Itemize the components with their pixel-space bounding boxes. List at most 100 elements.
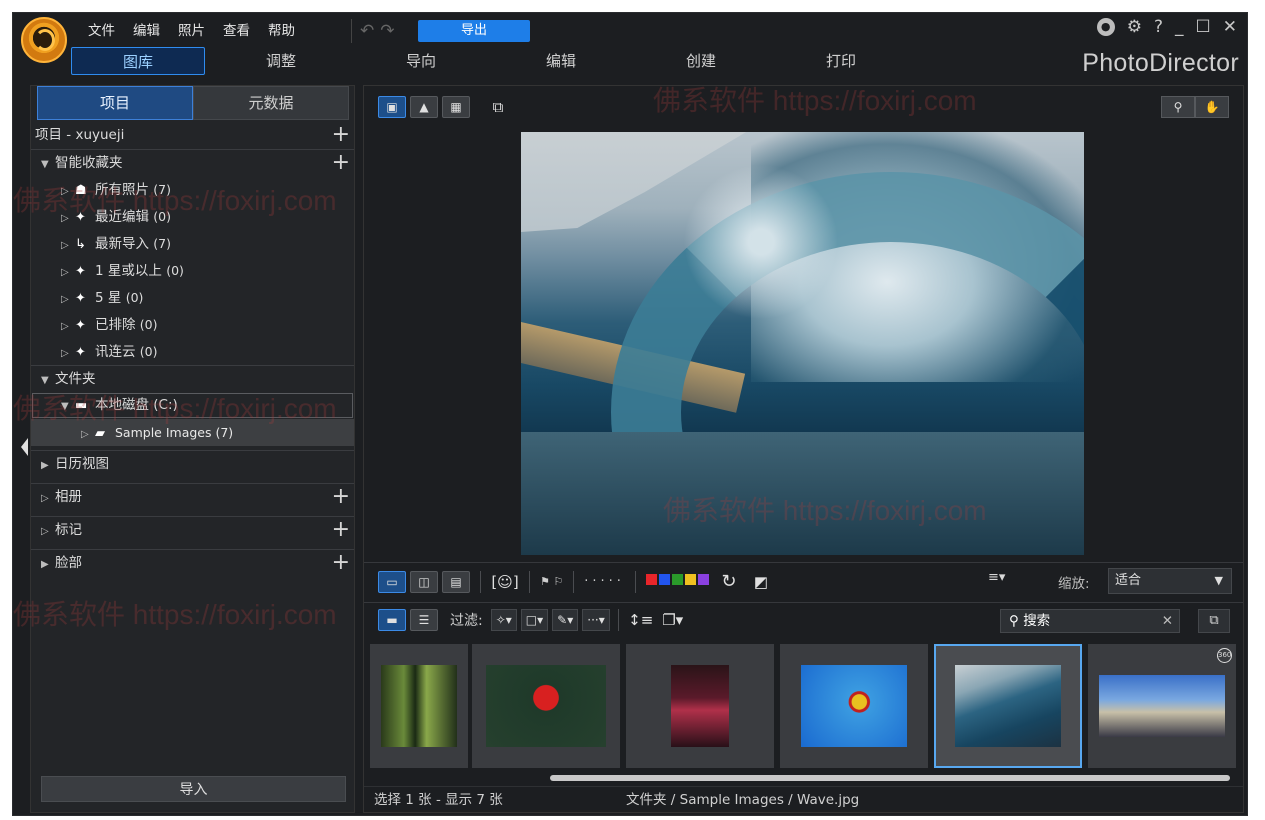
thumbnail-panorama-360[interactable]: 360 [1088, 644, 1236, 768]
collapsed-triangle-icon[interactable]: ▷ [61, 205, 75, 232]
viewer-mode-icon[interactable]: ▣ [378, 96, 406, 118]
redo-icon[interactable]: ↷ [380, 21, 394, 41]
tab-print[interactable]: 打印 [771, 47, 911, 75]
sort-menu-icon[interactable]: ≡▾ [988, 570, 1005, 585]
collapsed-triangle-icon[interactable]: ▷ [61, 286, 75, 313]
clear-search-icon[interactable]: ✕ [1162, 610, 1173, 632]
collapsed-triangle-icon[interactable]: ▷ [81, 421, 95, 448]
single-photo-layout-icon[interactable]: ▭ [378, 570, 406, 593]
collapsed-triangle-icon[interactable]: ▷ [61, 232, 75, 259]
help-icon[interactable]: ? [1154, 17, 1163, 37]
smart-item-5-star[interactable]: ▷ ✦ 5 星 (0) [31, 284, 354, 311]
minimize-icon[interactable]: _ [1175, 17, 1184, 37]
photo-preview[interactable] [521, 132, 1084, 555]
smart-item-excluded[interactable]: ▷ ✦ 已排除 (0) [31, 311, 354, 338]
notification-icon[interactable]: ● [1096, 18, 1115, 36]
collapsed-triangle-icon[interactable]: ▶ [41, 551, 55, 578]
star-rating-dots[interactable]: ····· [584, 574, 625, 589]
add-smart-collection-icon[interactable]: + [332, 150, 350, 175]
magnifier-icon[interactable]: ⚲ [1161, 96, 1195, 118]
tab-adjust[interactable]: 调整 [211, 47, 351, 75]
albums-row[interactable]: ▷ 相册 + [31, 483, 354, 510]
add-project-icon[interactable]: + [332, 122, 350, 147]
collapsed-triangle-icon[interactable]: ▶ [41, 452, 55, 479]
menu-photo[interactable]: 照片 [169, 19, 214, 43]
smart-item-all-photos[interactable]: ▷ ☗ 所有照片 (7) [31, 176, 354, 203]
filter-flag-dropdown[interactable]: ✧▾ [490, 608, 517, 631]
app-logo-icon[interactable] [21, 17, 67, 63]
tab-metadata[interactable]: 元数据 [193, 86, 349, 120]
collapsed-triangle-icon[interactable]: ▷ [61, 259, 75, 286]
export-button[interactable]: 导出 [418, 20, 530, 42]
smart-item-latest-import[interactable]: ▷ ↳ 最新导入 (7) [31, 230, 354, 257]
menu-edit[interactable]: 编辑 [124, 19, 169, 43]
tags-row[interactable]: ▷ 标记 + [31, 516, 354, 543]
filter-frame-dropdown[interactable]: □▾ [520, 608, 549, 631]
tab-edit[interactable]: 编辑 [491, 47, 631, 75]
expanded-triangle-icon[interactable]: ▼ [61, 393, 75, 420]
menu-help[interactable]: 帮助 [259, 19, 304, 43]
expanded-triangle-icon[interactable]: ▼ [41, 367, 55, 394]
color-swatch-red[interactable] [645, 574, 657, 585]
multi-layout-icon[interactable]: ▤ [442, 570, 470, 593]
grid-view-icon[interactable]: ▦ [442, 96, 470, 118]
add-face-icon[interactable]: + [332, 550, 350, 575]
collapse-panel-icon[interactable] [21, 438, 28, 456]
hand-pan-icon[interactable]: ✋ [1195, 96, 1229, 118]
search-input[interactable]: ⚲ 搜索 ✕ [1000, 609, 1180, 633]
thumbnail-skateboarder[interactable] [780, 644, 928, 768]
collapsed-triangle-icon[interactable]: ▷ [41, 485, 55, 512]
rotate-icon[interactable]: ↻ [715, 571, 743, 593]
disk-row[interactable]: ▼ ▬ 本地磁盘 (C:) [31, 392, 354, 419]
list-view-icon[interactable]: ☰ [410, 608, 438, 631]
second-display-icon[interactable]: ⧉ [484, 96, 512, 118]
color-swatch-purple[interactable] [697, 574, 709, 585]
import-button[interactable]: 导入 [41, 776, 346, 802]
stack-icon[interactable]: ❐▾ [659, 609, 687, 631]
tab-project[interactable]: 项目 [37, 86, 193, 120]
tab-create[interactable]: 创建 [631, 47, 771, 75]
settings-gear-icon[interactable]: ⚙ [1127, 17, 1142, 37]
smart-item-recent-edits[interactable]: ▷ ✦ 最近编辑 (0) [31, 203, 354, 230]
tab-library[interactable]: 图库 [71, 47, 205, 75]
flag-icons[interactable]: ⚑ ⚐ [540, 575, 563, 588]
face-tag-icon[interactable]: [☺] [491, 571, 519, 593]
smart-item-cloud[interactable]: ▷ ✦ 讯连云 (0) [31, 338, 354, 365]
maximize-icon[interactable]: ☐ [1196, 17, 1211, 37]
thumbnail-maple-leaf[interactable] [472, 644, 620, 768]
collapsed-triangle-icon[interactable]: ▷ [61, 340, 75, 367]
smart-collections-row[interactable]: ▼ 智能收藏夹 + [31, 149, 354, 176]
compare-layout-icon[interactable]: ◫ [410, 570, 438, 593]
smart-item-1-star[interactable]: ▷ ✦ 1 星或以上 (0) [31, 257, 354, 284]
sort-order-icon[interactable]: ↕≡ [627, 609, 655, 631]
calendar-view-row[interactable]: ▶ 日历视图 [31, 450, 354, 477]
undo-icon[interactable]: ↶ [360, 21, 374, 41]
collapsed-triangle-icon[interactable]: ▷ [61, 178, 75, 205]
filmstrip-scrollbar[interactable] [550, 775, 1230, 781]
project-row[interactable]: 项目 - xuyueji + [31, 122, 354, 149]
faces-row[interactable]: ▶ 脸部 + [31, 549, 354, 576]
open-external-icon[interactable]: ⧉ [1198, 609, 1230, 633]
close-icon[interactable]: ✕ [1223, 17, 1237, 37]
add-album-icon[interactable]: + [332, 484, 350, 509]
expanded-triangle-icon[interactable]: ▼ [41, 151, 55, 178]
thumbnail-forest[interactable] [370, 644, 468, 768]
zoom-select[interactable]: 适合 ▼ [1108, 568, 1232, 594]
filter-edit-dropdown[interactable]: ✎▾ [552, 608, 579, 631]
filmstrip-view-icon[interactable]: ▬ [378, 608, 406, 631]
color-swatch-yellow[interactable] [684, 574, 696, 585]
color-swatch-green[interactable] [671, 574, 683, 585]
add-tag-icon[interactable]: + [332, 517, 350, 542]
filter-rating-dropdown[interactable]: ···▾ [582, 608, 610, 631]
menu-view[interactable]: 查看 [214, 19, 259, 43]
menu-file[interactable]: 文件 [79, 19, 124, 43]
single-view-icon[interactable]: ▲ [410, 96, 438, 118]
collapsed-triangle-icon[interactable]: ▷ [41, 518, 55, 545]
tab-guided[interactable]: 导向 [351, 47, 491, 75]
collapsed-triangle-icon[interactable]: ▷ [61, 313, 75, 340]
thumbnail-wave[interactable] [934, 644, 1082, 768]
color-swatch-blue[interactable] [658, 574, 670, 585]
warning-overlay-icon[interactable]: ◩ [747, 571, 775, 593]
sample-images-folder[interactable]: ▷ ▰ Sample Images (7) [31, 419, 354, 446]
folders-row[interactable]: ▼ 文件夹 [31, 365, 354, 392]
